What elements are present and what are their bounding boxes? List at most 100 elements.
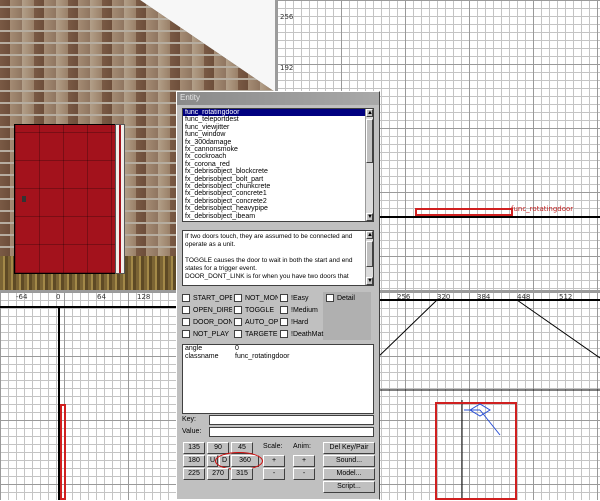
wall-line	[377, 216, 600, 218]
scroll-up-arrow[interactable]: ▲	[366, 231, 373, 239]
sound-button[interactable]: Sound...	[323, 455, 375, 467]
door-handle	[22, 196, 26, 202]
entity-class-item[interactable]: fx_debrisobject_chunkcrete	[183, 183, 373, 190]
entity-class-item[interactable]: fx_debrisobject_ibeam	[183, 213, 373, 220]
flag-label: AUTO_OPE	[245, 318, 278, 326]
angle-315-button[interactable]: 315	[231, 468, 253, 480]
flag-checkbox[interactable]: OPEN_DIRE	[182, 306, 232, 314]
entity-class-item[interactable]: func_window	[183, 131, 373, 138]
angle-90-button[interactable]: 90	[207, 442, 229, 454]
flag-checkbox[interactable]: NOT_MONS	[234, 294, 278, 302]
model-button[interactable]: Model...	[323, 468, 375, 480]
checkbox-box[interactable]	[326, 294, 334, 302]
checkbox-box[interactable]	[182, 318, 190, 326]
flag-label: NOT_PLAY	[193, 330, 230, 338]
entity-class-item[interactable]: fx_debrisobject_bolt_part	[183, 176, 373, 183]
value-field[interactable]	[209, 427, 374, 437]
flag-label: OPEN_DIRE	[193, 306, 232, 314]
anim-label: Anim:	[293, 443, 311, 450]
flag-checkbox[interactable]: START_OPE	[182, 294, 232, 302]
axis-label-192: 192	[280, 64, 294, 72]
checkbox-box[interactable]	[280, 318, 288, 326]
flag-label: !DeathMat	[291, 330, 324, 338]
keyvalue-list[interactable]: angle 0 classname func_rotatingdoor	[182, 344, 374, 414]
flag-checkbox[interactable]: !Hard	[280, 318, 324, 326]
entity-class-item[interactable]: fx_cockroach	[183, 153, 373, 160]
script-button[interactable]: Script...	[323, 481, 375, 493]
class-list-scrollbar[interactable]: ▲ ▼	[365, 109, 373, 221]
entity-angle-icon[interactable]	[462, 397, 502, 437]
entity-class-item[interactable]: fx_cannonsmoke	[183, 146, 373, 153]
flag-checkbox[interactable]: DOOR_DON	[182, 318, 232, 326]
keyvalue-key: classname	[185, 353, 219, 360]
flag-checkbox[interactable]: TOGGLE	[234, 306, 278, 314]
checkbox-box[interactable]	[280, 330, 288, 338]
red-door[interactable]	[14, 124, 118, 274]
door-brush-outline[interactable]	[415, 208, 513, 216]
flag-label: Detail	[337, 294, 355, 302]
keyvalue-row[interactable]: classname func_rotatingdoor	[183, 353, 373, 361]
angle-135-button[interactable]: 135	[183, 442, 205, 454]
angle-225-button[interactable]: 225	[183, 468, 205, 480]
scroll-thumb[interactable]	[366, 241, 373, 267]
keyvalue-row[interactable]: angle 0	[183, 345, 373, 353]
door-frame-trim	[115, 124, 125, 274]
flag-checkbox[interactable]: NOT_PLAY	[182, 330, 232, 338]
keyvalue-value: 0	[235, 345, 239, 352]
flag-checkbox[interactable]: AUTO_OPE	[234, 318, 278, 326]
description-line: TOGGLE causes the door to wait in both t…	[185, 257, 353, 272]
flag-label: !Easy	[291, 294, 309, 302]
door-brush-side[interactable]	[60, 404, 66, 500]
entity-class-item[interactable]: fx_debrisobject_concrete2	[183, 198, 373, 205]
entity-class-item[interactable]: fx_corona_red	[183, 161, 373, 168]
scroll-down-arrow[interactable]: ▼	[366, 213, 373, 221]
checkbox-box[interactable]	[234, 306, 242, 314]
del-keypair-button[interactable]: Del Key/Pair	[323, 442, 375, 454]
description-line: If two doors touch, they are assumed to …	[185, 233, 353, 248]
scale-plus-button[interactable]: +	[263, 455, 285, 467]
entity-description: If two doors touch, they are assumed to …	[182, 230, 374, 286]
anim-minus-button[interactable]: -	[293, 468, 315, 480]
angle-270-button[interactable]: 270	[207, 468, 229, 480]
checkbox-box[interactable]	[234, 330, 242, 338]
checkbox-box[interactable]	[182, 330, 190, 338]
checkbox-box[interactable]	[182, 294, 190, 302]
angle-180-button[interactable]: 180	[183, 455, 205, 467]
flag-label: DOOR_DON	[193, 318, 232, 326]
flag-checkbox[interactable]: !DeathMat	[280, 330, 324, 338]
axis-label-256: 256	[280, 13, 294, 21]
flag-checkbox[interactable]: !Medium	[280, 306, 324, 314]
scale-label: Scale:	[263, 443, 283, 450]
dialog-title[interactable]: Entity	[177, 92, 379, 105]
flag-checkbox[interactable]: !Easy	[280, 294, 324, 302]
checkbox-box[interactable]	[182, 306, 190, 314]
anim-plus-button[interactable]: +	[293, 455, 315, 467]
checkbox-box[interactable]	[234, 318, 242, 326]
description-scrollbar[interactable]: ▲ ▼	[365, 231, 373, 285]
entity-class-item[interactable]: func_viewjitter	[183, 124, 373, 131]
axis-label-0: 0	[56, 293, 61, 301]
flag-label: TOGGLE	[245, 306, 275, 314]
entity-name-label: func_rotatingdoor	[511, 205, 574, 213]
flag-checkbox[interactable]: TARGETED	[234, 330, 278, 338]
description-line: DOOR_DONT_LINK is for when you have two …	[185, 273, 349, 280]
scroll-thumb[interactable]	[366, 119, 373, 163]
scale-minus-button[interactable]: -	[263, 468, 285, 480]
entity-class-item[interactable]: func_rotatingdoor	[183, 109, 373, 117]
entity-class-item[interactable]: fx_debrisobject_concrete1	[183, 190, 373, 197]
flag-checkbox[interactable]: Detail	[326, 294, 374, 302]
entity-class-item[interactable]: fx_debrisobject_heavypipe	[183, 205, 373, 212]
entity-class-list[interactable]: func_rotatingdoor func_teleportdest func_v…	[182, 108, 374, 222]
entity-class-item[interactable]: fx_debrisobject_blockcrete	[183, 168, 373, 175]
checkbox-box[interactable]	[234, 294, 242, 302]
flag-label: START_OPE	[193, 294, 232, 302]
entity-class-item[interactable]: fx_300damage	[183, 139, 373, 146]
key-field[interactable]	[209, 415, 374, 425]
checkbox-box[interactable]	[280, 306, 288, 314]
entity-class-item[interactable]: func_teleportdest	[183, 116, 373, 123]
scroll-down-arrow[interactable]: ▼	[366, 277, 373, 285]
checkbox-box[interactable]	[280, 294, 288, 302]
value-label: Value:	[182, 428, 202, 435]
entity-dialog[interactable]: Entity func_rotatingdoor func_teleportdes…	[176, 91, 380, 500]
scroll-up-arrow[interactable]: ▲	[366, 109, 373, 117]
